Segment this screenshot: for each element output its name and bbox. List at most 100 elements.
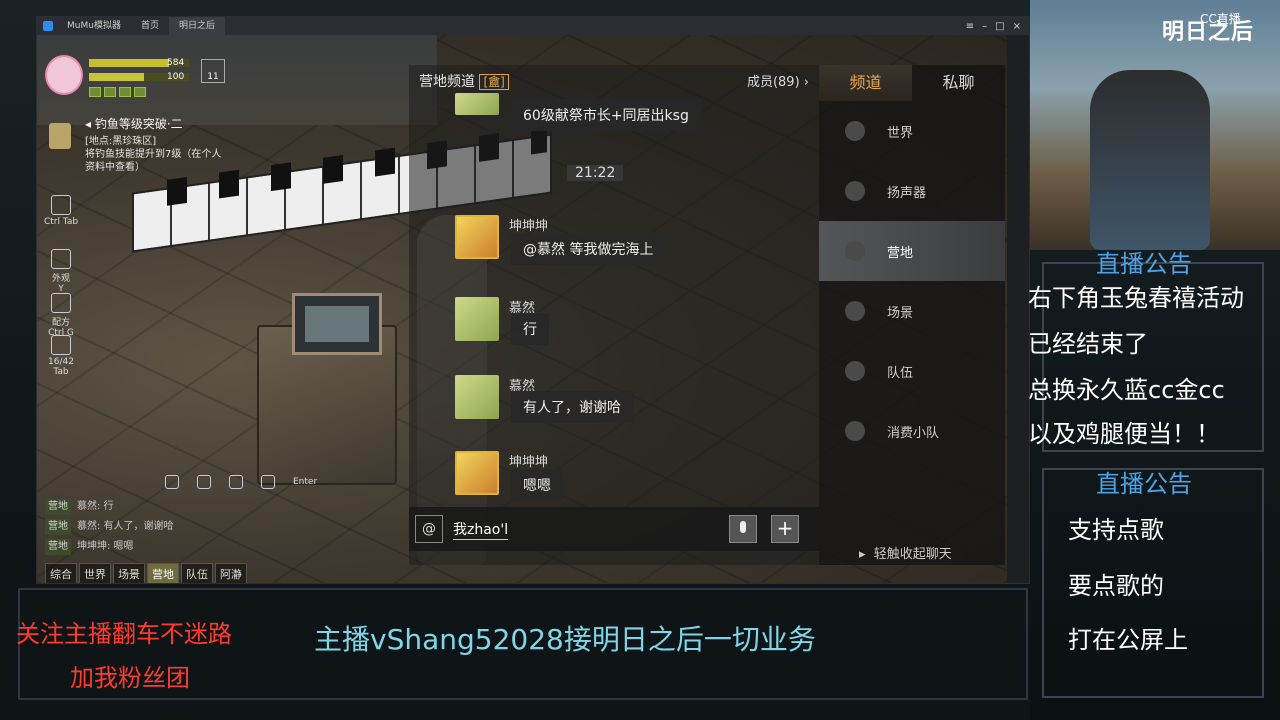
chat-channel-title: 营地频道 [盦]	[419, 71, 509, 91]
channel-scene[interactable]: 场景	[819, 281, 1005, 341]
avatar[interactable]	[455, 297, 499, 341]
quest-title[interactable]: ◂ 钓鱼等级突破·二	[85, 115, 183, 132]
message-text: 慕然: 有人了，谢谢哈	[77, 521, 174, 532]
quest-scroll-icon[interactable]	[49, 123, 71, 149]
chat-input-row: @ 我zhao'l +	[409, 507, 819, 551]
maximize-icon[interactable]: □	[995, 21, 1004, 32]
appearance-button[interactable]: 外观 Y	[41, 249, 81, 294]
channel-sidebar: 频道 私聊 世界 扬声器 营地 场景 队伍 消费小队 ▸ 轻触收起聊天	[819, 65, 1005, 565]
channel-name: 营地频道	[419, 74, 475, 90]
list-item: 营地 坤坤坤: 嗯嗯	[45, 537, 275, 557]
avatar[interactable]	[455, 215, 499, 259]
channel-tabs: 频道 私聊	[819, 65, 1005, 101]
flag-icon	[845, 361, 865, 381]
backpack-button[interactable]: 16/42 Tab	[41, 335, 81, 377]
person-icon[interactable]	[229, 475, 243, 489]
members-button[interactable]: 成员(89) ›	[747, 71, 809, 90]
appearance-label: 外观	[51, 274, 70, 284]
channel-label: 队伍	[887, 365, 914, 381]
avatar[interactable]	[455, 451, 499, 495]
tab-team[interactable]: 队伍	[181, 563, 213, 583]
channel-tag: 营地	[45, 539, 71, 555]
channel-world[interactable]: 世界	[819, 101, 1005, 161]
mini-chat-log[interactable]: 营地 慕然: 行 营地 慕然: 有人了，谢谢哈 营地 坤坤坤: 嗯嗯	[45, 497, 275, 557]
emulator-titlebar: MuMu模拟器 首页 明日之后 ≡ – □ ×	[37, 17, 1029, 35]
channel-speaker[interactable]: 扬声器	[819, 161, 1005, 221]
channel-camp[interactable]: 营地	[819, 221, 1005, 281]
quest-title-text: 钓鱼等级突破·二	[94, 117, 183, 131]
chat-bubble: 行	[511, 313, 549, 345]
flag-icon	[51, 195, 71, 215]
avatar[interactable]	[455, 375, 499, 419]
tab-scene[interactable]: 场景	[113, 563, 145, 583]
player-avatar[interactable]	[45, 55, 83, 95]
shortcut-label: Tab	[53, 367, 69, 377]
tab-custom[interactable]: 阿瀞	[215, 563, 247, 583]
tab-private[interactable]: 私聊	[912, 65, 1005, 101]
game-viewport[interactable]: 584 100 11 ◂ 钓鱼等级突破·二 [地点:黑珍珠区] 将钓鱼技能提升到…	[37, 35, 1007, 583]
avatar[interactable]	[455, 93, 499, 115]
chat-bubble: @慕然 等我做完海上	[511, 233, 666, 265]
notice-line: 打在公屏上	[1068, 626, 1188, 654]
status-icons	[89, 87, 146, 97]
notice-line: 总换永久蓝cc金cc	[1028, 376, 1225, 404]
message-text: 坤坤坤: 嗯嗯	[77, 541, 134, 552]
tab-general[interactable]: 综合	[45, 563, 77, 583]
channel-label: 扬声器	[887, 185, 927, 201]
flag-icon	[845, 421, 865, 441]
channel-label: 营地	[887, 245, 914, 261]
mp-bar-fill	[89, 73, 144, 81]
hp-value: 584	[167, 58, 185, 68]
keyboard-icon[interactable]	[261, 475, 275, 489]
camp-icon	[845, 241, 865, 261]
tab-game[interactable]: 明日之后	[168, 17, 225, 35]
tab-home[interactable]: 首页	[131, 17, 169, 35]
camp-flag-button[interactable]: Ctrl Tab	[41, 195, 81, 227]
message-nick[interactable]: 坤坤坤	[509, 215, 548, 234]
plus-button[interactable]: +	[771, 515, 799, 543]
message-nick[interactable]: 坤坤坤	[509, 451, 548, 470]
mic-icon[interactable]	[729, 515, 757, 543]
collapse-chat-button[interactable]: ▸ 轻触收起聊天	[859, 543, 952, 562]
notice-line: 以及鸡腿便当！！	[1028, 420, 1220, 448]
menu-icon[interactable]: ≡	[966, 21, 974, 32]
speaker-icon[interactable]	[197, 475, 211, 489]
shortcut-label: Ctrl Tab	[43, 217, 79, 227]
close-icon[interactable]: ×	[1013, 21, 1021, 32]
appearance-icon	[51, 249, 71, 269]
notice-title: 直播公告	[1096, 470, 1192, 498]
notice-line: 右下角玉兔春禧活动	[1028, 284, 1244, 312]
channel-team[interactable]: 队伍	[819, 341, 1005, 401]
list-item: 营地 慕然: 行	[45, 497, 275, 517]
channel-tag: 营地	[45, 499, 71, 515]
globe-icon	[845, 121, 865, 141]
chevron-right-icon: ▸	[859, 547, 866, 562]
recipe-icon	[51, 293, 71, 313]
channel-badge: [盦]	[479, 74, 509, 90]
list-item: 营地 慕然: 有人了，谢谢哈	[45, 517, 275, 537]
quest-location: [地点:黑珍珠区]	[85, 136, 157, 147]
recipe-label: 配方	[51, 318, 70, 328]
minimize-icon[interactable]: –	[982, 21, 987, 32]
stream-screen: MuMu模拟器 首页 明日之后 ≡ – □ × 584 100 11 ◂ 钓鱼等…	[0, 0, 1280, 720]
stream-footer: 关注主播翻车不迷路 加我粉丝团 主播vShang52028接明日之后一切业务	[0, 584, 1030, 720]
chevron-right-icon: ›	[803, 75, 809, 90]
channel-label: 消费小队	[887, 425, 940, 441]
channel-label: 场景	[887, 305, 914, 321]
chat-input[interactable]: 我zhao'l	[453, 519, 509, 540]
mic-off-icon[interactable]	[165, 475, 179, 489]
tab-channel[interactable]: 频道	[819, 65, 912, 101]
recipe-button[interactable]: 配方 Ctrl G	[41, 293, 81, 338]
notice-title: 直播公告	[1096, 250, 1192, 278]
cc-live-logo: CC直播	[1200, 12, 1241, 26]
level-badge[interactable]: 11	[201, 59, 225, 83]
window-controls: ≡ – □ ×	[966, 21, 1029, 32]
tab-camp[interactable]: 营地	[147, 563, 179, 583]
tab-world[interactable]: 世界	[79, 563, 111, 583]
channel-spend-team[interactable]: 消费小队	[819, 401, 1005, 461]
mention-button[interactable]: @	[415, 515, 443, 543]
hp-bar-fill	[89, 59, 169, 67]
chat-bubble: 有人了，谢谢哈	[511, 391, 633, 423]
channel-tag: 营地	[45, 519, 71, 535]
key-art-character	[1090, 70, 1210, 250]
